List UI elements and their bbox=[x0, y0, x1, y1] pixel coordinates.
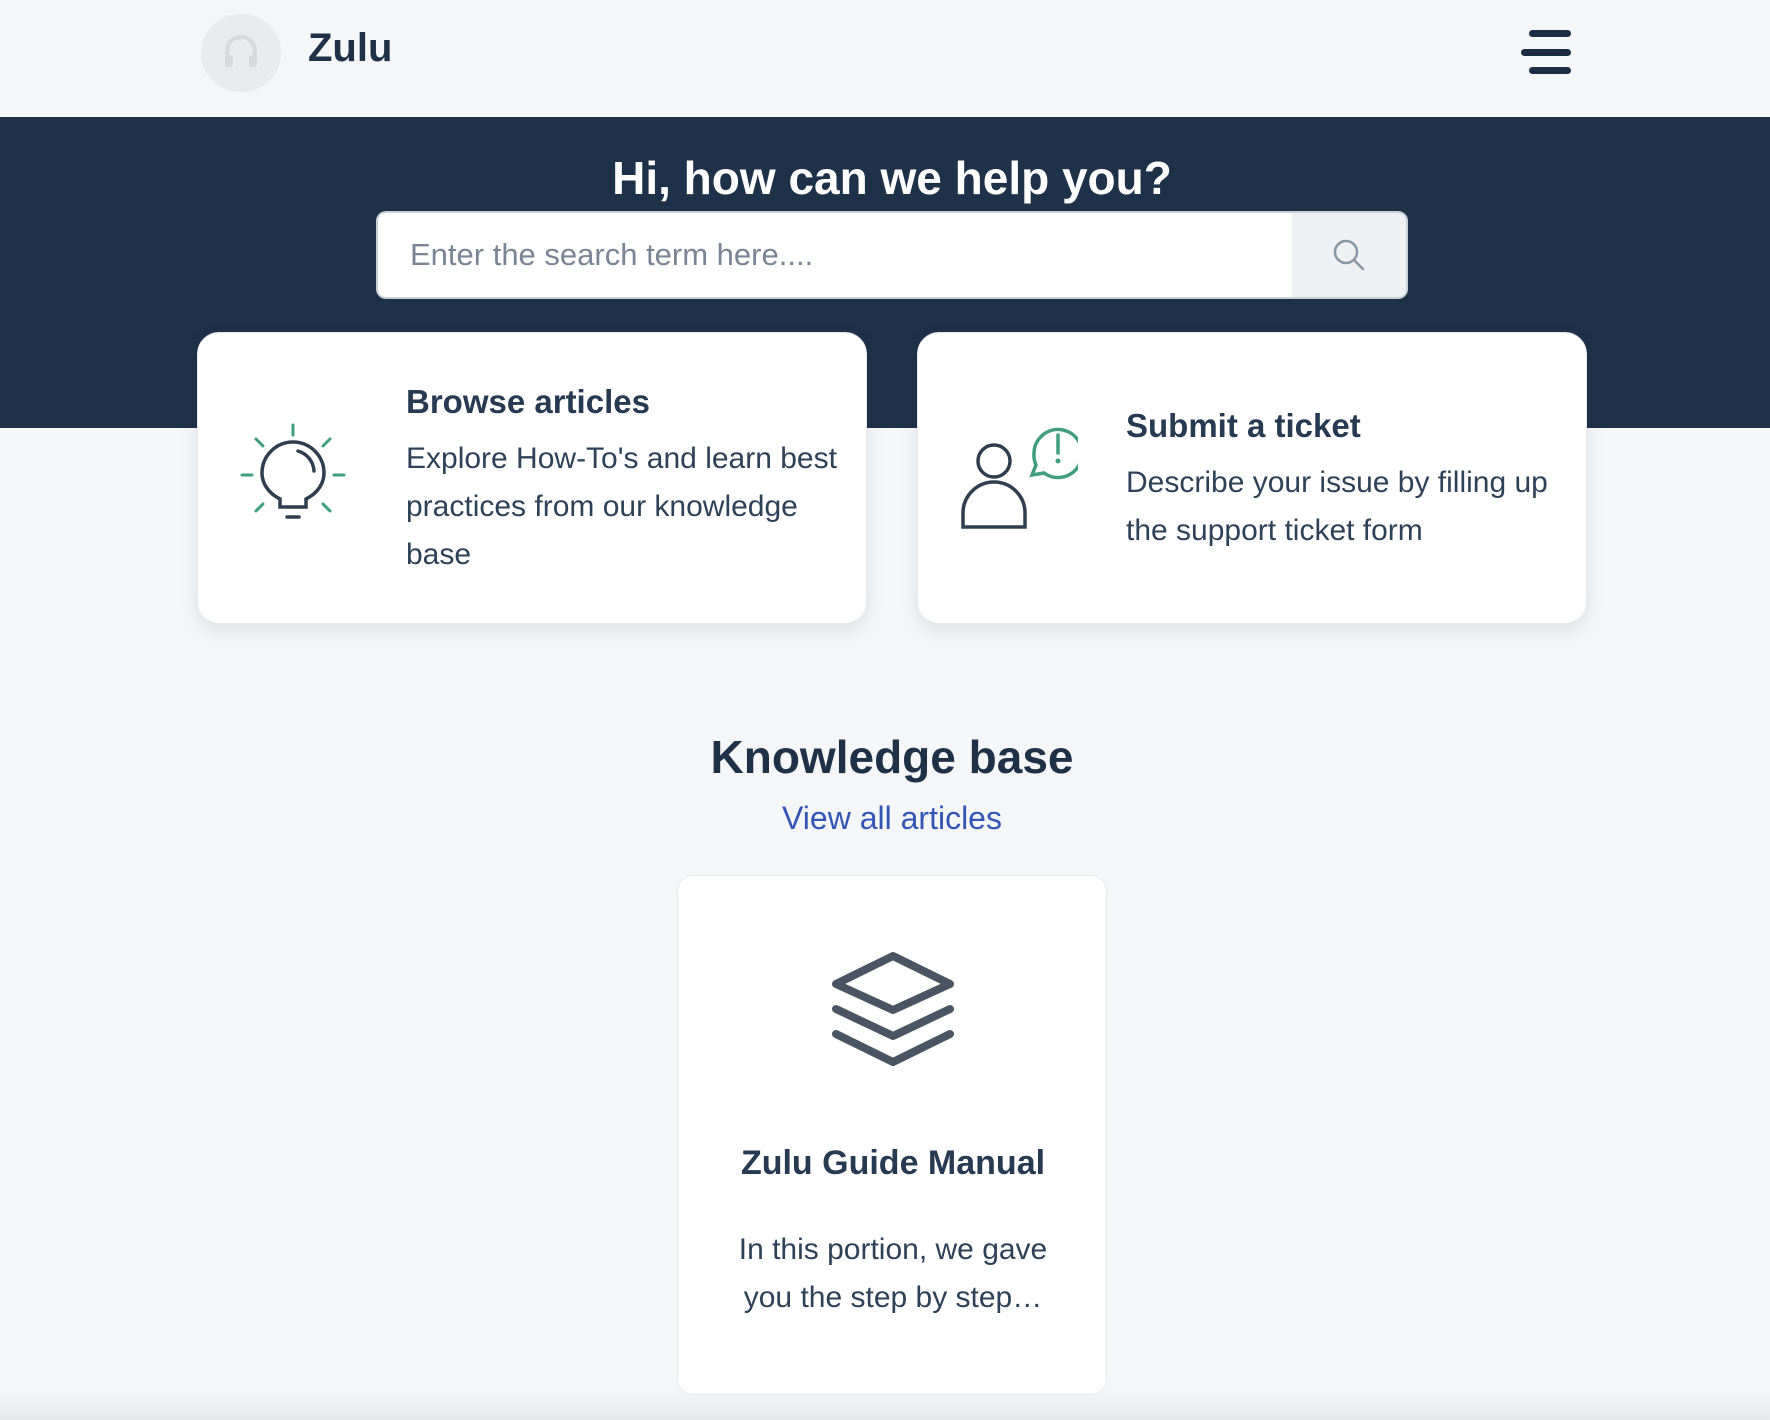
site-header: Zulu bbox=[0, 0, 1770, 117]
category-title: Zulu Guide Manual bbox=[740, 1144, 1046, 1182]
layers-icon bbox=[832, 952, 954, 1066]
person-alert-icon bbox=[961, 427, 1078, 529]
card-description: Explore How-To's and learn best practice… bbox=[406, 442, 837, 571]
hero-title: Hi, how can we help you? bbox=[612, 152, 1172, 204]
menu-bar bbox=[1521, 48, 1571, 56]
search-button[interactable] bbox=[1292, 213, 1406, 297]
view-all-articles-link[interactable]: View all articles bbox=[0, 800, 1770, 837]
search-icon bbox=[1333, 239, 1365, 271]
card-title: Browse articles bbox=[406, 383, 650, 420]
browse-articles-card[interactable]: Browse articles Explore How-To's and lea… bbox=[197, 332, 867, 624]
card-description: Describe your issue by filling up the su… bbox=[1126, 466, 1548, 547]
submit-ticket-card[interactable]: Submit a ticket Describe your issue by f… bbox=[917, 332, 1587, 624]
menu-bar bbox=[1529, 67, 1571, 74]
knowledge-base-title: Knowledge base bbox=[710, 731, 1074, 783]
category-description: In this portion, we gave you the step by… bbox=[738, 1233, 1048, 1314]
search-input[interactable] bbox=[378, 213, 1292, 297]
logo[interactable] bbox=[201, 14, 281, 92]
page-bottom-edge bbox=[0, 1390, 1770, 1420]
card-title: Submit a ticket bbox=[1126, 407, 1361, 444]
category-card[interactable]: Zulu Guide Manual In this portion, we ga… bbox=[677, 875, 1107, 1395]
search-bar bbox=[376, 211, 1408, 299]
lightbulb-icon bbox=[240, 423, 346, 519]
hamburger-menu-icon[interactable] bbox=[1521, 30, 1571, 74]
headset-icon bbox=[225, 35, 257, 67]
brand-name[interactable]: Zulu bbox=[308, 26, 392, 71]
menu-bar bbox=[1529, 30, 1571, 37]
